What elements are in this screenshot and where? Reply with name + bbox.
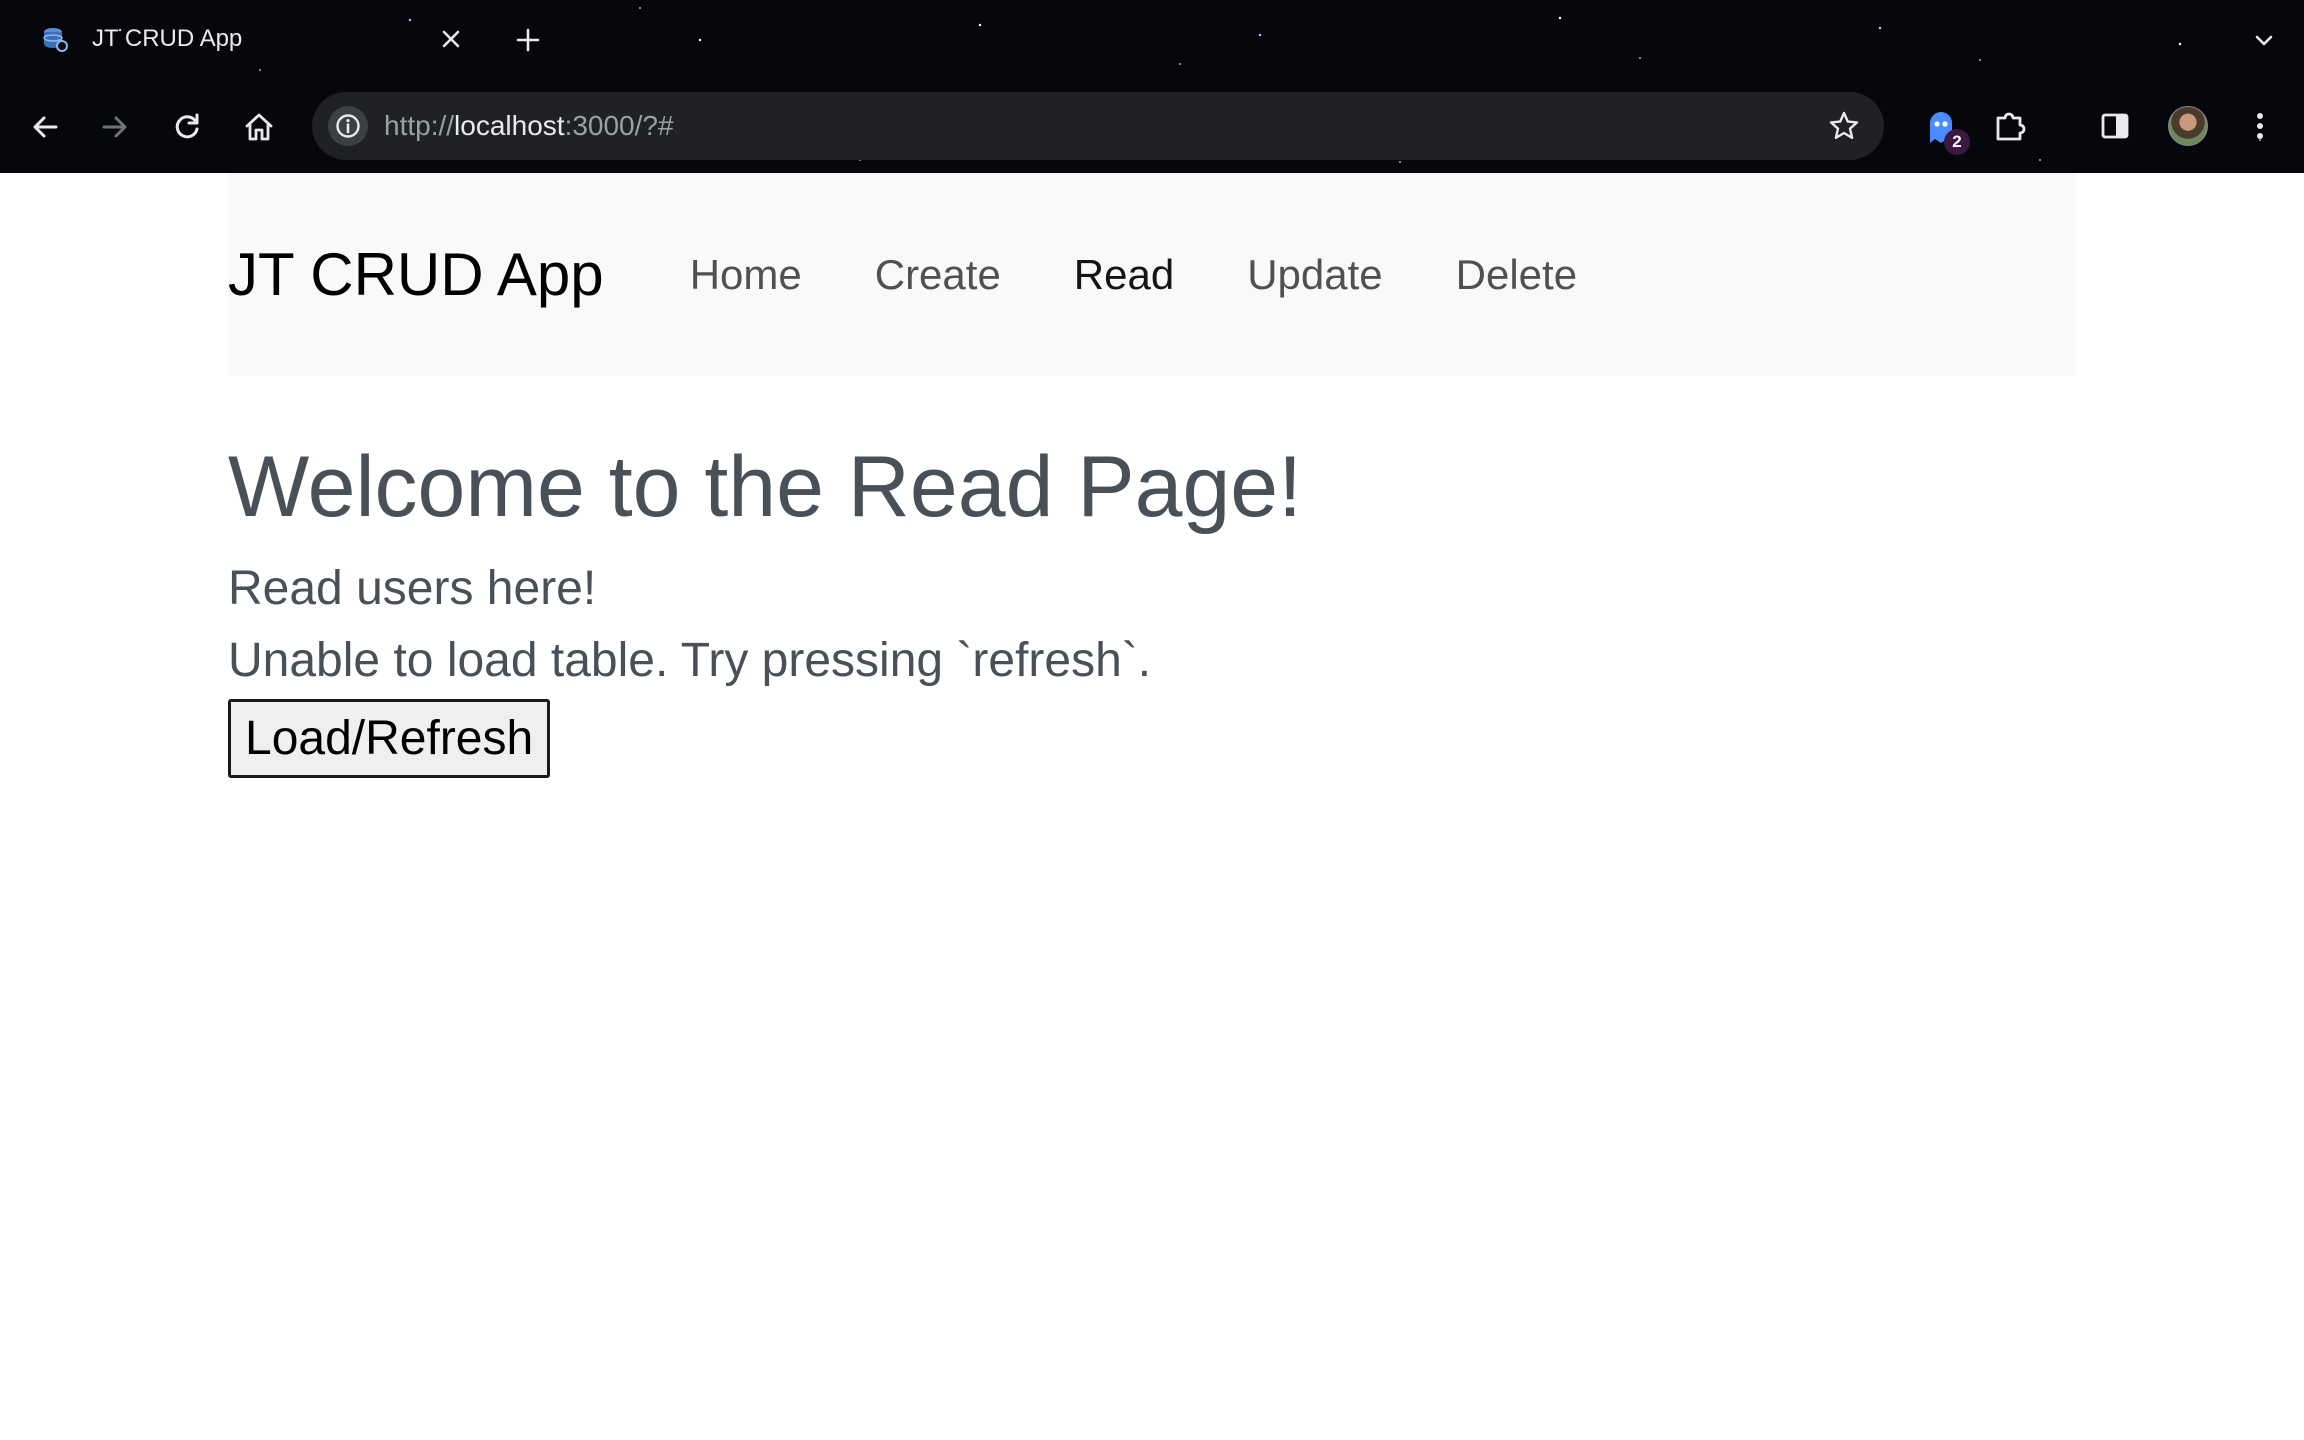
nav-link-read[interactable]: Read: [1074, 251, 1174, 299]
home-icon[interactable]: [235, 103, 283, 151]
arrow-right-icon[interactable]: [91, 103, 139, 151]
page-title: Welcome to the Read Page!: [228, 439, 1303, 535]
nav-link-update[interactable]: Update: [1247, 251, 1382, 299]
nav-link-delete[interactable]: Delete: [1456, 251, 1577, 299]
close-icon[interactable]: [434, 22, 468, 56]
error-message: Unable to load table. Try pressing `refr…: [228, 633, 1152, 687]
avatar[interactable]: [2168, 106, 2208, 146]
address-bar[interactable]: http://localhost:3000/?#: [312, 92, 1884, 160]
plus-icon[interactable]: [508, 20, 548, 60]
side-panel-icon[interactable]: [2091, 102, 2139, 150]
chevron-down-icon[interactable]: [2244, 20, 2284, 60]
info-icon[interactable]: [328, 106, 368, 146]
nav-link-create[interactable]: Create: [875, 251, 1001, 299]
browser-chrome: JT CRUD App http://localhost:3000/?# 2: [0, 0, 2304, 173]
kebab-menu-icon[interactable]: [2236, 102, 2284, 150]
browser-tab[interactable]: JT CRUD App: [18, 8, 488, 70]
url-path: :3000/?#: [564, 110, 674, 141]
url-text[interactable]: http://localhost:3000/?#: [384, 110, 1822, 142]
tab-title: JT CRUD App: [92, 25, 243, 52]
extension-icon[interactable]: 2: [1920, 105, 1970, 155]
nav-link-home[interactable]: Home: [690, 251, 802, 299]
puzzle-icon[interactable]: [1986, 102, 2034, 150]
database-icon: [40, 24, 70, 54]
url-scheme: http://: [384, 110, 455, 141]
brand-link[interactable]: JT CRUD App: [228, 240, 604, 309]
arrow-left-icon[interactable]: [21, 103, 69, 151]
extension-badge-count: 2: [1944, 129, 1970, 155]
star-icon[interactable]: [1822, 104, 1866, 148]
reload-icon[interactable]: [163, 103, 211, 151]
navbar: JT CRUD App Home Create Read Update Dele…: [228, 173, 2076, 376]
page-subtitle: Read users here!: [228, 561, 597, 615]
load-refresh-button[interactable]: Load/Refresh: [228, 698, 551, 779]
url-host: localhost: [454, 110, 565, 141]
main-content: Welcome to the Read Page! Read users her…: [228, 439, 2076, 779]
